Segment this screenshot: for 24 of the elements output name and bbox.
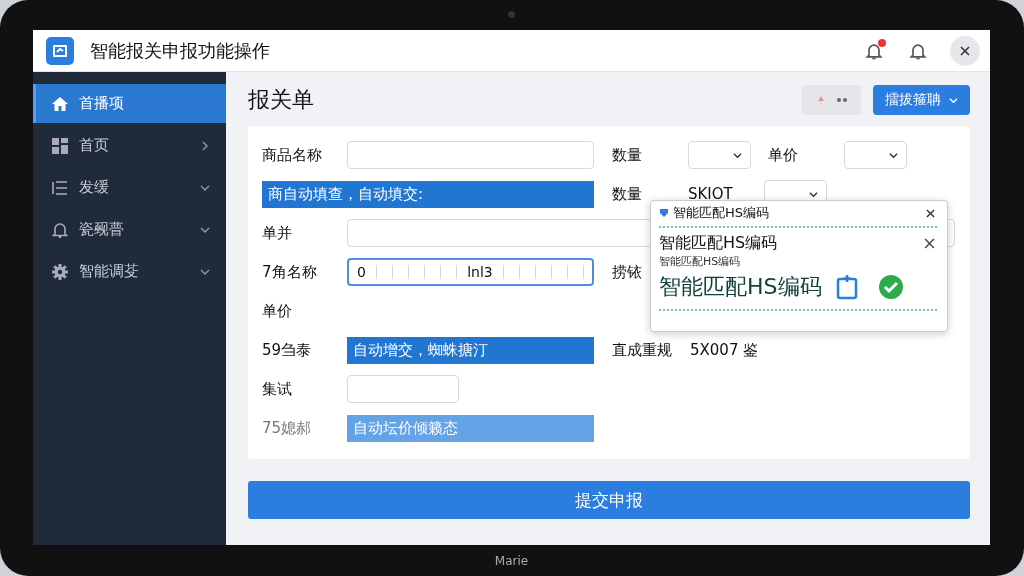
field-label: 集试 [262,379,293,399]
field-label: 单价 [768,145,798,165]
field-label: 捞铱 [612,262,642,282]
field-label: 5X007 鉴 [690,340,759,360]
popup-subtitle: 智能匹配HS编码 [659,254,742,269]
field-label: 单价 [262,301,293,321]
popup-header: 智能匹配HS编码 [673,204,770,222]
field-label: 商品名称 [262,145,323,165]
field-label: 单并 [262,223,293,243]
field-label: 直成重规 [612,340,672,360]
field-label: 数量 [612,184,642,204]
field-label: 7角名称 [262,262,318,282]
autofill-banner: 自动坛价倾籁态 [347,414,594,442]
autofill-banner: 自动增交，蜘蛛搪汀 [347,336,594,364]
page-title: 报关单 [248,86,314,114]
hs-code-result: 智能匹配HS编码 [659,273,822,301]
field-label: SKIOT [688,185,733,203]
autofill-banner: 商自动填查，自动填交: [262,180,594,208]
field-label: 数量 [612,145,642,165]
field-label: 59刍泰 [262,340,313,360]
app-title: 智能报关申报功能操作 [90,38,270,63]
popup-title: 智能匹配HS编码 [659,233,778,254]
device-label: Marie [494,553,529,568]
field-label: 75媳郝 [262,418,313,438]
